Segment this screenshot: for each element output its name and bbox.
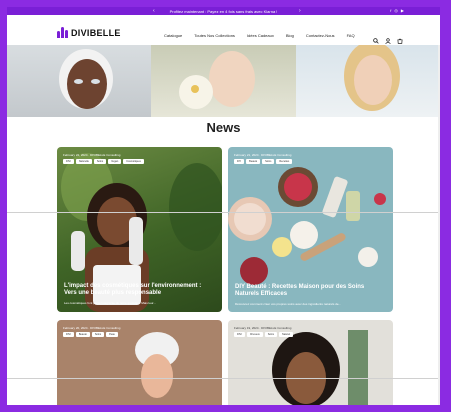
page-title: News xyxy=(206,120,241,135)
main-nav: Catalogue Toutes Nos Collections Idées C… xyxy=(164,33,355,38)
search-icon[interactable] xyxy=(373,31,379,44)
logo-mark-icon xyxy=(57,27,68,38)
card-meta: February 20, 2024 · DIVIBELLE Consulting xyxy=(63,326,121,330)
card-tag[interactable]: Beauté xyxy=(246,159,261,164)
card-tag[interactable]: DIVI xyxy=(63,159,74,164)
card-tag[interactable]: Cosmétiques xyxy=(123,159,144,164)
blog-card[interactable]: February 21, 2024 · DIVIBELLE Consulting… xyxy=(228,147,393,312)
facebook-icon[interactable]: f xyxy=(390,8,391,13)
card-meta: February 19, 2024 · DIVIBELLE Consulting xyxy=(234,326,292,330)
cart-icon[interactable] xyxy=(397,31,403,44)
hero-image-3 xyxy=(295,45,440,117)
card-tags: DIVI Naturelle Soins Vegan Cosmétiques xyxy=(63,159,144,164)
page-scrollbar[interactable] xyxy=(438,45,440,405)
blog-card[interactable]: February 22, 2024 · DIVIBELLE Consulting… xyxy=(57,147,222,312)
announcement-next-button[interactable]: › xyxy=(299,8,301,14)
card-tag[interactable]: Soins xyxy=(262,159,275,164)
card-tag[interactable]: DIY xyxy=(234,159,245,164)
card-tag[interactable]: Beauté xyxy=(75,332,90,337)
youtube-icon[interactable]: ▶ xyxy=(401,8,404,13)
announcement-bar: ‹ Profitez maintenant : Payez en 4 fois … xyxy=(7,7,440,15)
nav-item-collections[interactable]: Toutes Nos Collections xyxy=(194,33,235,38)
nav-item-blog[interactable]: Blog xyxy=(286,33,294,38)
card-meta: February 22, 2024 · DIVIBELLE Consulting xyxy=(63,153,121,157)
social-links: f ◎ ▶ xyxy=(390,8,404,13)
hero-image-1 xyxy=(7,45,152,117)
site-header: DIVIBELLE Catalogue Toutes Nos Collectio… xyxy=(7,15,440,46)
browser-page: ‹ Profitez maintenant : Payez en 4 fois … xyxy=(7,7,440,405)
card-tag[interactable]: Cheveux xyxy=(246,332,263,337)
account-icon[interactable] xyxy=(385,31,391,44)
hero-banner xyxy=(7,45,440,117)
nav-item-faq[interactable]: FAQ xyxy=(347,33,355,38)
card-tag[interactable]: Naturel xyxy=(279,332,294,337)
hero-image-2 xyxy=(151,45,296,117)
logo-text: DIVIBELLE xyxy=(71,27,121,38)
card-tag[interactable]: Peau xyxy=(106,332,118,337)
card-title[interactable]: DIY Beauté : Recettes Maison pour des So… xyxy=(235,284,385,298)
card-excerpt: Découvrez comment créer vos propres soin… xyxy=(235,302,342,306)
card-tag[interactable]: Soins xyxy=(91,332,105,337)
card-tag[interactable]: Vegan xyxy=(108,159,122,164)
card-title[interactable]: L'impact des cosmétiques sur l'environne… xyxy=(64,283,214,297)
card-tag[interactable]: DIVI xyxy=(234,332,245,337)
site-logo[interactable]: DIVIBELLE xyxy=(57,27,121,38)
card-tag[interactable]: DIVI xyxy=(63,332,74,337)
instagram-icon[interactable]: ◎ xyxy=(394,8,398,13)
card-tag[interactable]: Recettes xyxy=(276,159,293,164)
blog-card[interactable]: February 20, 2024 · DIVIBELLE Consulting… xyxy=(57,320,222,405)
card-excerpt: Les cosmétiques font partie intégrante d… xyxy=(64,301,156,305)
blog-card[interactable]: February 19, 2024 · DIVIBELLE Consulting… xyxy=(228,320,393,405)
announcement-text: Profitez maintenant : Payez en 4 fois sa… xyxy=(169,8,278,14)
card-tag[interactable]: Soins xyxy=(93,159,107,164)
nav-item-catalogue[interactable]: Catalogue xyxy=(164,33,182,38)
divider xyxy=(7,378,440,379)
nav-item-contact[interactable]: Contactez-Nous xyxy=(306,33,335,38)
card-tags: DIY Beauté Soins Recettes xyxy=(234,159,293,164)
divider xyxy=(7,212,440,213)
announcement-prev-button[interactable]: ‹ xyxy=(153,8,155,14)
card-tags: DIVI Cheveux Soins Naturel xyxy=(234,332,294,337)
header-icons xyxy=(373,31,403,44)
nav-item-gift-ideas[interactable]: Idées Cadeaux xyxy=(247,33,274,38)
card-tag[interactable]: Soins xyxy=(264,332,278,337)
card-tags: DIVI Beauté Soins Peau xyxy=(63,332,118,337)
card-tag[interactable]: Naturelle xyxy=(75,159,92,164)
card-meta: February 21, 2024 · DIVIBELLE Consulting xyxy=(234,153,292,157)
